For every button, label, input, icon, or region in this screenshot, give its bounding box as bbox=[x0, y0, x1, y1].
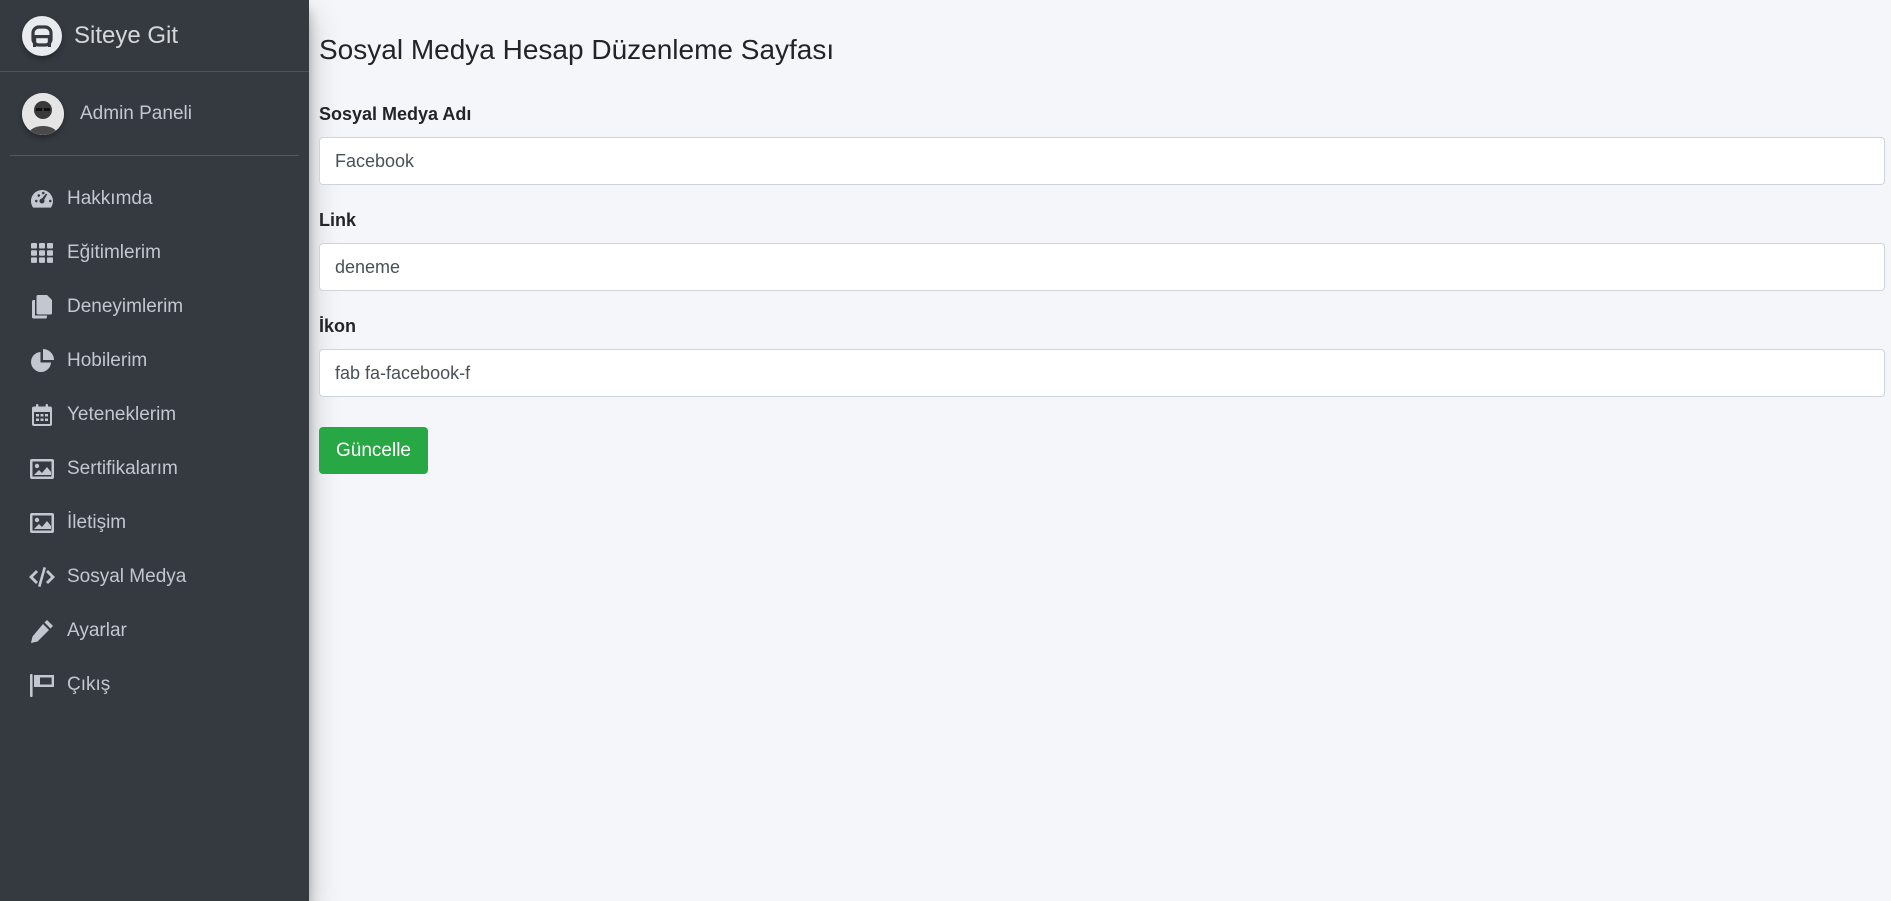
form-group-icon: İkon bbox=[319, 316, 1885, 397]
update-button[interactable]: Güncelle bbox=[319, 427, 428, 474]
sidebar-item-label: İletişim bbox=[67, 512, 127, 533]
flag-icon bbox=[28, 673, 56, 697]
social-media-edit-form: Sosyal Medya Adı Link İkon Güncelle bbox=[319, 104, 1885, 474]
form-group-link: Link bbox=[319, 210, 1885, 291]
sidebar-item-label: Hakkımda bbox=[67, 188, 153, 209]
social-media-name-label: Sosyal Medya Adı bbox=[319, 104, 472, 124]
sidebar-item-label: Çıkış bbox=[67, 674, 111, 695]
chart-pie-icon bbox=[28, 349, 56, 373]
user-name: Admin Paneli bbox=[80, 102, 192, 124]
brand-text: Siteye Git bbox=[74, 21, 179, 49]
user-panel[interactable]: Admin Paneli bbox=[10, 72, 299, 156]
sidebar-nav: Hakkımda Eğitimlerim Deneyimlerim Hobile… bbox=[0, 172, 309, 712]
brand-link[interactable]: Siteye Git bbox=[0, 0, 309, 72]
form-group-name: Sosyal Medya Adı bbox=[319, 104, 1885, 185]
sidebar-item-sertifikalarim[interactable]: Sertifikalarım bbox=[10, 442, 299, 496]
sidebar-item-label: Eğitimlerim bbox=[67, 242, 161, 263]
sidebar-item-label: Deneyimlerim bbox=[67, 296, 184, 317]
grid-icon bbox=[28, 241, 56, 265]
page-title: Sosyal Medya Hesap Düzenleme Sayfası bbox=[319, 34, 835, 65]
image-icon bbox=[28, 511, 56, 535]
tachometer-icon bbox=[28, 187, 56, 211]
image-icon bbox=[28, 457, 56, 481]
code-icon bbox=[28, 565, 56, 589]
sidebar-item-ayarlar[interactable]: Ayarlar bbox=[10, 604, 299, 658]
user-avatar bbox=[22, 92, 64, 135]
icon-input[interactable] bbox=[319, 349, 1885, 397]
sidebar-item-label: Yeteneklerim bbox=[67, 404, 177, 425]
social-media-name-input[interactable] bbox=[319, 137, 1885, 185]
sidebar-item-yeteneklerim[interactable]: Yeteneklerim bbox=[10, 388, 299, 442]
sidebar: Siteye Git Admin Paneli Hakkımda Eğitiml bbox=[0, 0, 309, 901]
sidebar-item-sosyal-medya[interactable]: Sosyal Medya bbox=[10, 550, 299, 604]
sidebar-item-iletisim[interactable]: İletişim bbox=[10, 496, 299, 550]
main-content: Sosyal Medya Hesap Düzenleme Sayfası Sos… bbox=[309, 0, 1891, 901]
link-label: Link bbox=[319, 210, 357, 230]
sidebar-item-cikis[interactable]: Çıkış bbox=[10, 658, 299, 712]
icon-label: İkon bbox=[319, 316, 357, 336]
sidebar-item-hakkimda[interactable]: Hakkımda bbox=[10, 172, 299, 226]
sidebar-item-label: Sertifikalarım bbox=[67, 458, 178, 479]
link-input[interactable] bbox=[319, 243, 1885, 291]
sidebar-item-hobilerim[interactable]: Hobilerim bbox=[10, 334, 299, 388]
sidebar-item-label: Sosyal Medya bbox=[67, 566, 187, 587]
pencil-icon bbox=[28, 619, 56, 643]
sidebar-item-label: Ayarlar bbox=[67, 620, 127, 641]
brand-logo-icon bbox=[22, 15, 62, 56]
calendar-icon bbox=[28, 403, 56, 427]
copy-icon bbox=[28, 295, 56, 319]
sidebar-item-egitimlerim[interactable]: Eğitimlerim bbox=[10, 226, 299, 280]
sidebar-item-deneyimlerim[interactable]: Deneyimlerim bbox=[10, 280, 299, 334]
sidebar-item-label: Hobilerim bbox=[67, 350, 148, 371]
